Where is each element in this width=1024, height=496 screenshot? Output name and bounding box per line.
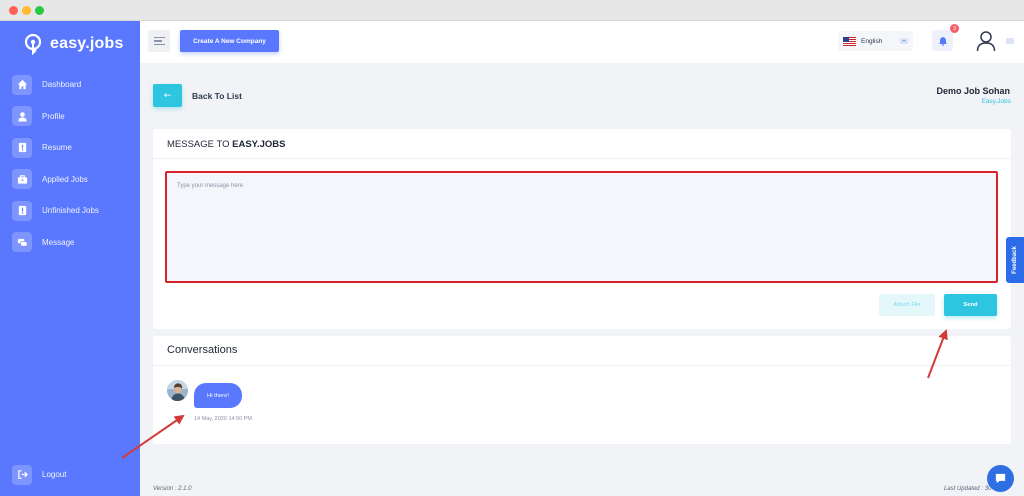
us-flag-icon xyxy=(843,36,856,46)
sidebar-item-label: Resume xyxy=(42,143,72,153)
back-button[interactable]: ← xyxy=(153,84,182,107)
top-header: Create A New Company English 3 xyxy=(140,21,1024,63)
sidebar-item-profile[interactable]: Profile xyxy=(0,101,140,133)
version-text: Version : 2.1.0 xyxy=(153,486,192,492)
resume-icon xyxy=(12,137,32,158)
logout-label: Logout xyxy=(42,470,67,480)
language-label: English xyxy=(861,37,883,45)
sidebar: easy.jobs Dashboard Profile Resume Appli… xyxy=(0,21,140,496)
sidebar-nav: Dashboard Profile Resume Applied Jobs Un… xyxy=(0,69,140,258)
message-card: MESSAGE TO EASY.JOBS Attach File Send xyxy=(153,129,1011,329)
sidebar-item-label: Profile xyxy=(42,111,65,121)
sidebar-item-unfinished-jobs[interactable]: Unfinished Jobs xyxy=(0,195,140,227)
window-titlebar xyxy=(0,0,1024,21)
conversations-heading: Conversations xyxy=(153,336,1011,366)
sidebar-item-applied-jobs[interactable]: Applied Jobs xyxy=(0,164,140,196)
menu-toggle-button[interactable] xyxy=(148,30,170,52)
feedback-tab[interactable]: Feedback xyxy=(1006,237,1024,283)
message-heading: MESSAGE TO EASY.JOBS xyxy=(153,129,1011,159)
chevron-down-icon xyxy=(900,38,908,44)
hamburger-line xyxy=(153,40,162,42)
maximize-window-button[interactable] xyxy=(35,6,44,15)
close-window-button[interactable] xyxy=(9,6,18,15)
feedback-label: Feedback xyxy=(1012,246,1018,274)
user-icon xyxy=(12,106,32,127)
chat-bubble-icon xyxy=(995,473,1006,484)
sidebar-item-dashboard[interactable]: Dashboard xyxy=(0,69,140,101)
message-bubble: Hi there! xyxy=(194,383,242,408)
back-to-list-label[interactable]: Back To List xyxy=(192,91,242,101)
sidebar-item-label: Unfinished Jobs xyxy=(42,206,99,216)
sidebar-item-label: Applied Jobs xyxy=(42,174,88,184)
hamburger-line xyxy=(153,36,165,39)
sidebar-item-resume[interactable]: Resume xyxy=(0,132,140,164)
sidebar-item-label: Message xyxy=(42,237,75,247)
logo-icon xyxy=(24,33,42,55)
sender-avatar xyxy=(167,380,188,401)
create-company-button[interactable]: Create A New Company xyxy=(180,30,279,52)
arrow-left-icon: ← xyxy=(163,90,172,101)
send-button[interactable]: Send xyxy=(944,294,997,316)
hamburger-line xyxy=(153,43,165,46)
brand-name: easy.jobs xyxy=(50,35,124,52)
notification-button[interactable] xyxy=(932,30,953,51)
logout-icon xyxy=(12,464,32,485)
home-icon xyxy=(12,74,32,95)
message-input[interactable] xyxy=(165,171,998,283)
chat-icon xyxy=(12,232,32,253)
bell-icon xyxy=(938,36,947,46)
conversations-card: Conversations Hi there! 14 May, 2020 14:… xyxy=(153,336,1011,444)
job-title: Demo Job Sohan xyxy=(936,86,1010,96)
language-selector[interactable]: English xyxy=(838,31,913,51)
user-avatar-icon[interactable] xyxy=(976,30,996,52)
message-heading-prefix: MESSAGE TO xyxy=(167,139,230,150)
attach-file-button[interactable]: Attach File xyxy=(879,294,935,316)
sidebar-item-label: Dashboard xyxy=(42,80,82,90)
user-menu-chevron-icon[interactable] xyxy=(1006,38,1014,44)
message-timestamp: 14 May, 2020 14:50 PM xyxy=(194,416,252,422)
sidebar-item-message[interactable]: Message xyxy=(0,227,140,259)
logout-button[interactable]: Logout xyxy=(0,459,140,491)
notification-badge: 3 xyxy=(950,24,959,33)
message-heading-recipient: EASY.JOBS xyxy=(232,139,286,150)
job-company[interactable]: Easy.Jobs xyxy=(981,98,1011,105)
brand-logo[interactable]: easy.jobs xyxy=(24,32,124,56)
document-icon xyxy=(12,200,32,221)
chat-widget-button[interactable] xyxy=(987,465,1014,492)
briefcase-icon xyxy=(12,169,32,190)
minimize-window-button[interactable] xyxy=(22,6,31,15)
